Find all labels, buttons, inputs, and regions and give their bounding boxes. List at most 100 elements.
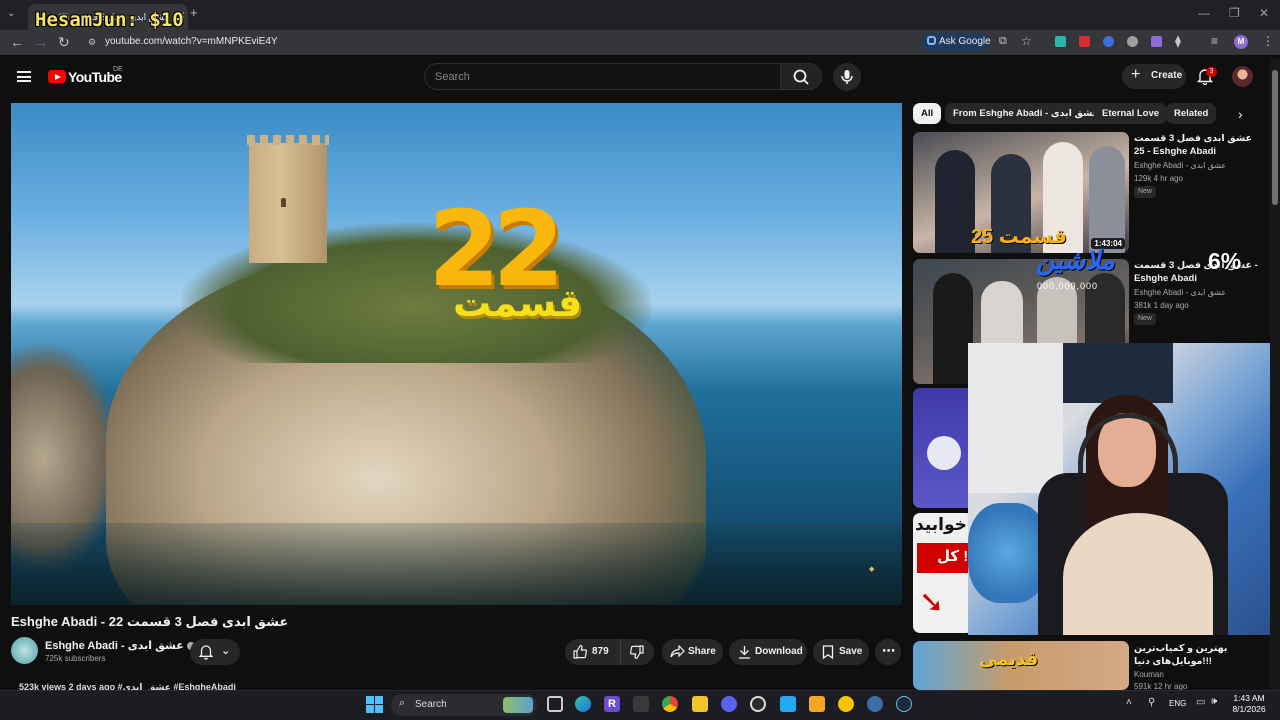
norton-icon[interactable]: [838, 696, 854, 712]
thumb-logo-icon: [927, 436, 961, 470]
tray-location-icon[interactable]: ⚲: [1148, 697, 1155, 708]
streamer-webcam-overlay: [968, 343, 1280, 635]
steam-icon[interactable]: [896, 696, 912, 712]
r-app-icon[interactable]: R: [604, 696, 620, 712]
recommendation-channel[interactable]: Eshghe Abadi - عشق ابدی: [1134, 288, 1226, 297]
plus-icon: +: [1131, 66, 1141, 83]
download-icon: [739, 646, 750, 659]
search-button[interactable]: [781, 63, 822, 90]
minimize-window-button[interactable]: —: [1198, 6, 1210, 20]
thumb-text: قدیمی: [979, 649, 1039, 669]
tab-list-button[interactable]: ⌄: [7, 8, 15, 19]
chip-eternal-love[interactable]: Eternal Love: [1094, 103, 1168, 124]
thumb-arrow-icon: ➘: [919, 586, 945, 619]
chip-label: All: [921, 108, 934, 119]
close-window-button[interactable]: ✕: [1259, 6, 1269, 20]
recommendation-thumbnail[interactable]: خوابید کل ! ➘: [913, 513, 973, 633]
chip-label: Related: [1174, 108, 1209, 119]
video-frame-water: [11, 523, 902, 605]
recommendation-thumbnail[interactable]: [913, 388, 973, 508]
donation-alert-text: ملاشین: [1036, 245, 1115, 275]
channel-watermark-icon: ◆: [869, 566, 875, 573]
video-player[interactable]: 22 قسمت ◆: [11, 103, 902, 605]
dislike-button[interactable]: [620, 639, 654, 665]
more-horizontal-icon: ⋯: [882, 643, 895, 658]
bookmark-star-icon[interactable]: ☆: [1021, 34, 1032, 48]
recommendation-meta: 129k 4 hr ago: [1134, 174, 1183, 183]
language-indicator[interactable]: ENG: [1169, 699, 1186, 708]
network-icon[interactable]: ▭: [1196, 697, 1205, 708]
recommendation-thumbnail[interactable]: قدیمی: [913, 641, 1129, 690]
vscode-icon[interactable]: [780, 696, 796, 712]
share-button[interactable]: Share: [662, 639, 723, 665]
thumb-badge-text: کل !: [937, 548, 969, 565]
channel-name-text: Eshghe Abadi - عشق ابدی: [45, 640, 184, 652]
volume-icon[interactable]: 🕪: [1211, 696, 1217, 707]
recommendation-channel[interactable]: Eshghe Abadi - عشق ابدی: [1134, 161, 1226, 170]
extension-icon-5[interactable]: [1151, 36, 1162, 47]
new-badge: New: [1134, 313, 1156, 325]
notes-app-icon[interactable]: [809, 696, 825, 712]
new-tab-button[interactable]: +: [190, 5, 198, 20]
chip-from-channel[interactable]: From Eshghe Abadi - عشق ابدی: [945, 103, 1108, 124]
channel-avatar[interactable]: [11, 637, 38, 664]
file-explorer-icon[interactable]: [692, 696, 708, 712]
chip-label: From Eshghe Abadi - عشق ابدی: [953, 108, 1100, 119]
extension-icon-1[interactable]: [1055, 36, 1066, 47]
recommendation-title[interactable]: عشق ابدی فصل 3 قسمت - Eshghe Abadi: [1134, 259, 1264, 285]
menu-hamburger-icon[interactable]: [17, 71, 31, 82]
download-button[interactable]: Download: [729, 639, 807, 665]
save-button[interactable]: Save: [813, 639, 869, 665]
taskbar-clock[interactable]: 1:43 AM 8/1/2026: [1224, 693, 1274, 715]
media-app-icon[interactable]: [867, 696, 883, 712]
voice-search-button[interactable]: [833, 63, 861, 91]
back-button[interactable]: ←: [10, 34, 24, 50]
episode-word-overlay: قسمت: [453, 283, 583, 325]
task-view-icon[interactable]: [547, 696, 563, 712]
donation-goal-percent: 6%: [1208, 248, 1242, 274]
new-badge: New: [1134, 186, 1156, 198]
youtube-logo-icon[interactable]: [48, 70, 66, 83]
restore-window-button[interactable]: ❐: [1229, 6, 1240, 20]
tray-overflow-chevron-icon[interactable]: ˄: [1126, 697, 1132, 708]
extension-icon-3[interactable]: [1103, 36, 1114, 47]
extension-icon-2[interactable]: [1079, 36, 1090, 47]
profile-avatar[interactable]: M: [1234, 35, 1248, 49]
chips-next-chevron-icon[interactable]: ›: [1238, 106, 1243, 122]
recommendation-channel[interactable]: Kouman: [1134, 670, 1164, 679]
page-scrollbar-thumb[interactable]: [1272, 70, 1278, 205]
recommendation-title[interactable]: عشق ابدی فصل 3 قسمت 25 - Eshghe Abadi: [1134, 132, 1264, 158]
country-code: DE: [113, 66, 123, 73]
start-menu-icon[interactable]: [366, 696, 383, 713]
taskbar-search[interactable]: ⌕ Search: [391, 694, 537, 716]
obs-icon[interactable]: [750, 696, 766, 712]
edge-browser-icon[interactable]: [575, 696, 591, 712]
ask-google-label: Ask Google: [939, 36, 991, 47]
recommendation-title[interactable]: بهترین و کمیاب‌ترین موبایل‌های دنیا!!!: [1134, 642, 1264, 668]
subscribed-bell-button[interactable]: ⌄: [190, 639, 240, 665]
unity-icon[interactable]: [633, 696, 649, 712]
thumbs-up-icon: [573, 645, 587, 659]
chip-all[interactable]: All: [913, 103, 942, 124]
chrome-icon[interactable]: [662, 696, 678, 712]
search-icon: ⌕: [399, 697, 406, 709]
install-app-icon[interactable]: ⧉: [999, 35, 1007, 48]
like-button[interactable]: 879: [565, 639, 620, 665]
discord-icon[interactable]: [721, 696, 737, 712]
reading-list-icon[interactable]: ≡: [1211, 34, 1218, 48]
channel-name[interactable]: Eshghe Abadi - عشق ابدی: [45, 639, 195, 652]
forward-button[interactable]: →: [34, 34, 48, 50]
chip-related[interactable]: Related: [1166, 103, 1217, 124]
extension-icon-4[interactable]: [1127, 36, 1138, 47]
search-input[interactable]: Search: [424, 63, 781, 90]
thumb-person: [933, 273, 973, 384]
address-bar[interactable]: youtube.com/watch?v=mMNPKEviE4Y: [105, 36, 278, 47]
recommendation-thumbnail[interactable]: قسمت 25 1:43:04: [913, 132, 1129, 253]
create-button[interactable]: + Create: [1122, 64, 1186, 89]
account-avatar[interactable]: [1232, 66, 1253, 87]
browser-menu-icon[interactable]: ⋮: [1262, 34, 1274, 48]
site-info-icon[interactable]: ⚙: [88, 37, 96, 48]
more-actions-button[interactable]: ⋯: [875, 639, 901, 665]
extensions-puzzle-icon[interactable]: ⧫: [1175, 34, 1181, 48]
reload-button[interactable]: ↻: [58, 34, 70, 51]
